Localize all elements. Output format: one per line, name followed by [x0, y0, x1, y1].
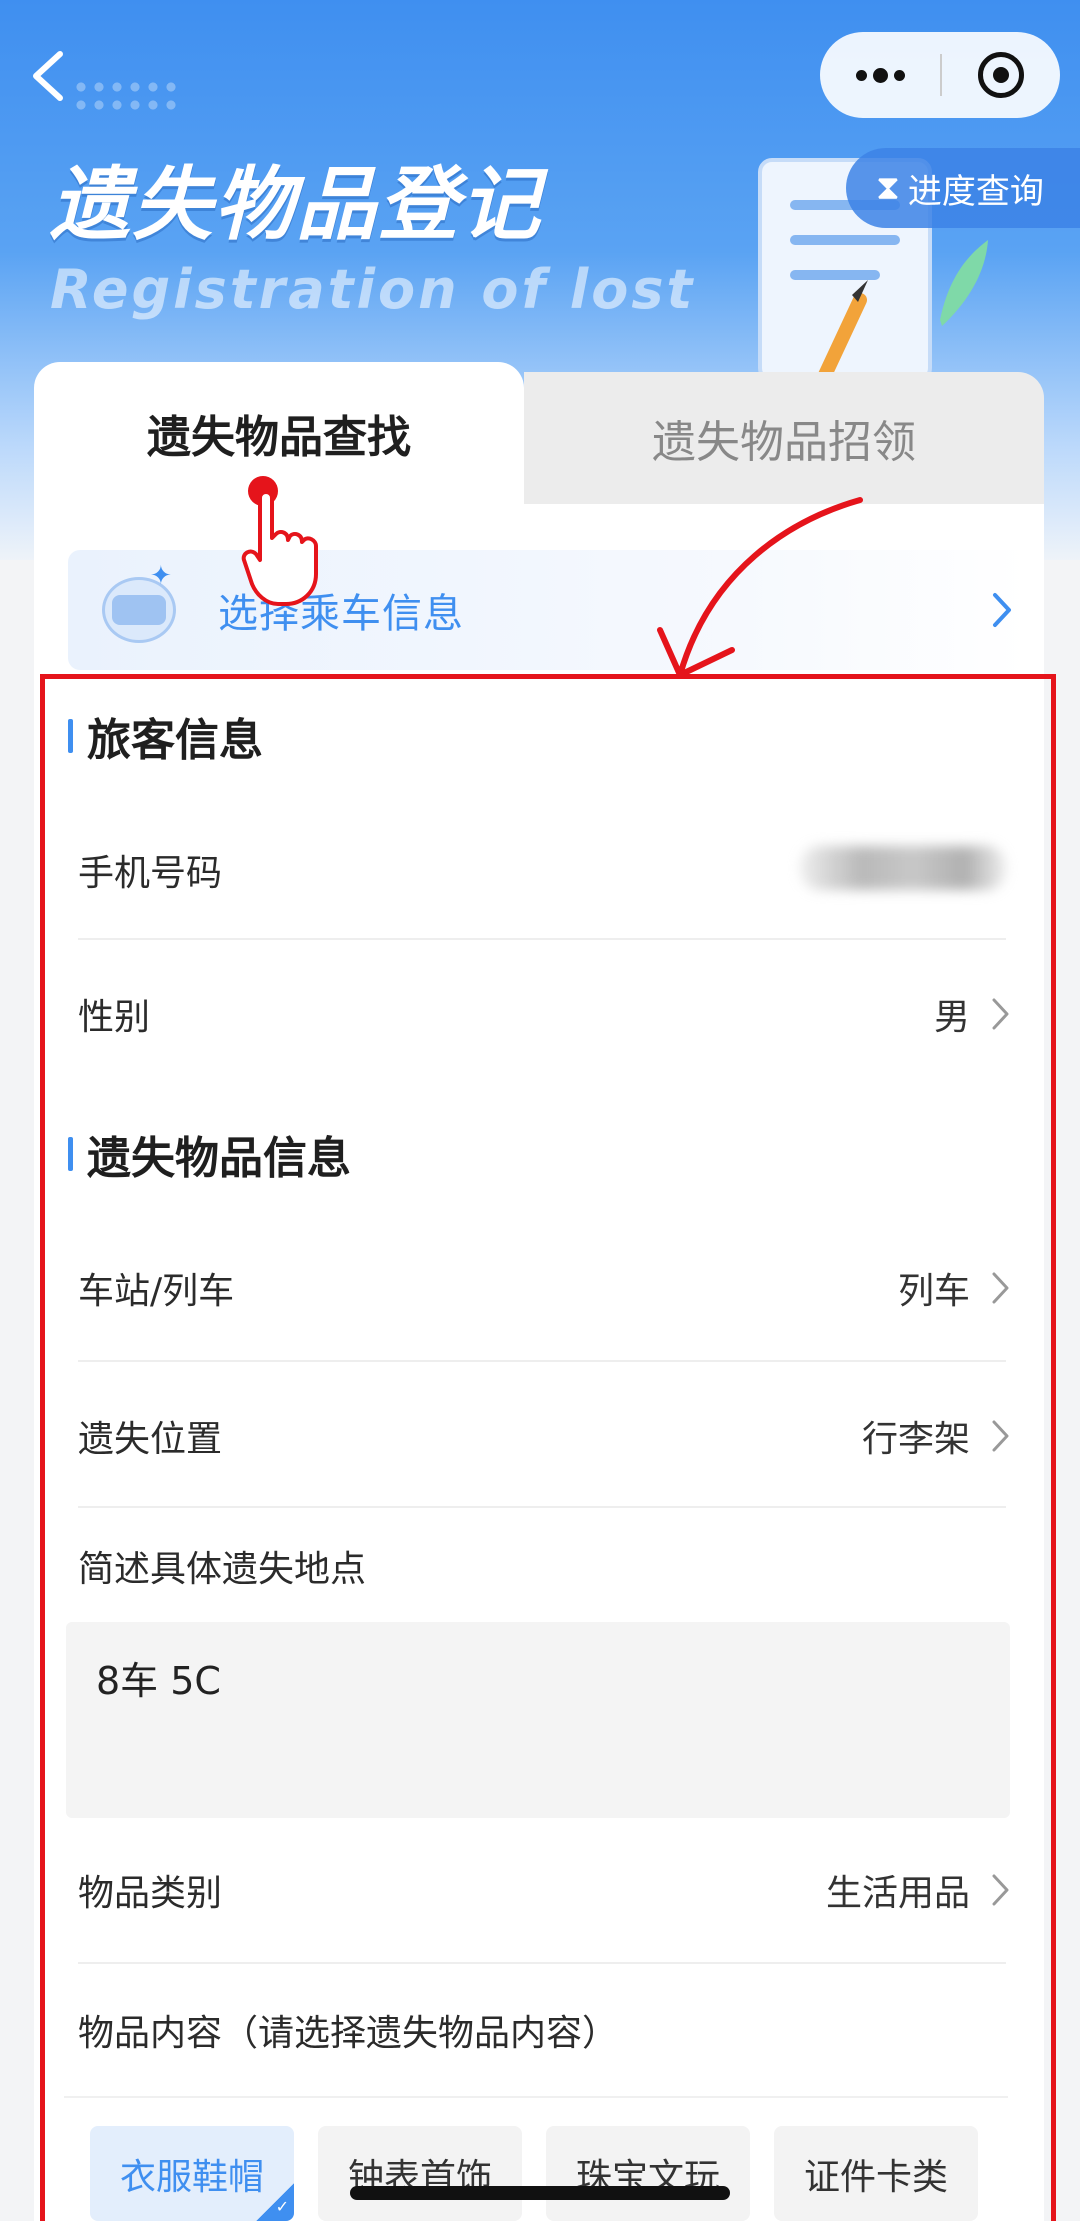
chip-label: 衣服鞋帽 — [119, 2156, 264, 2198]
tab-label: 遗失物品招领 — [652, 417, 916, 468]
section-marker — [68, 1137, 73, 1171]
gender-value: 男 — [933, 997, 970, 1038]
select-trip-info-row[interactable]: ✦ 选择乘车信息 — [68, 550, 1028, 670]
phone-number-label: 手机号码 — [78, 853, 223, 894]
divider — [78, 938, 1006, 940]
item-category-value: 生活用品 — [825, 1873, 970, 1914]
gender-row[interactable]: 性别 男 — [78, 974, 1022, 1054]
item-content-label: 物品内容（请选择遗失物品内容） — [78, 2013, 619, 2054]
station-train-value: 列车 — [897, 1271, 970, 1312]
selected-check-icon: ✓ — [256, 2183, 294, 2221]
back-button[interactable] — [26, 48, 96, 118]
section-title-text: 遗失物品信息 — [87, 1133, 351, 1184]
lost-detail-textarea[interactable]: 8车 5C — [66, 1622, 1010, 1818]
lost-position-row[interactable]: 遗失位置 行李架 — [78, 1396, 1022, 1476]
divider — [78, 1962, 1006, 1964]
chevron-right-icon — [993, 593, 1011, 627]
content-chip-id-cards[interactable]: 证件卡类 — [774, 2126, 978, 2221]
station-train-label: 车站/列车 — [78, 1271, 235, 1312]
pointing-hand-icon — [241, 490, 318, 606]
lost-position-value: 行李架 — [861, 1419, 970, 1460]
section-title-lost-item: 遗失物品信息 — [68, 1122, 351, 1186]
section-title-passenger: 旅客信息 — [68, 704, 263, 768]
item-category-row[interactable]: 物品类别 生活用品 — [78, 1850, 1022, 1930]
chevron-right-icon — [992, 1874, 1009, 1906]
station-train-row[interactable]: 车站/列车 列车 — [78, 1248, 1022, 1328]
section-marker — [68, 719, 73, 753]
home-indicator-bar — [350, 2186, 730, 2200]
chevron-left-icon — [33, 51, 63, 101]
content-chip-antiques[interactable]: 珠宝文玩 — [546, 2126, 750, 2221]
lost-detail-label: 简述具体遗失地点 — [78, 1549, 367, 1590]
tab-lost-item-search[interactable]: 遗失物品查找 — [34, 362, 524, 504]
page-title: 遗失物品登记 — [50, 158, 542, 251]
passenger-mask-icon: ✦ — [94, 561, 184, 655]
chevron-right-icon — [992, 1420, 1009, 1452]
tab-lost-found-claim[interactable]: 遗失物品招领 — [524, 372, 1044, 504]
tab-bar: 遗失物品招领 遗失物品查找 — [34, 362, 1044, 504]
tab-label: 遗失物品查找 — [147, 412, 411, 463]
progress-query-label: 进度查询 — [907, 171, 1044, 212]
progress-query-button[interactable]: ⧗ 进度查询 — [846, 148, 1080, 228]
lost-detail-label-row: 简述具体遗失地点 — [78, 1526, 1022, 1606]
content-chip-watches-jewelry[interactable]: 钟表首饰 — [318, 2126, 522, 2221]
mini-program-capsule — [820, 32, 1060, 118]
gender-label: 性别 — [78, 997, 151, 1038]
hourglass-icon: ⧗ — [876, 168, 900, 208]
target-close-icon — [978, 52, 1024, 98]
more-menu-button[interactable] — [820, 32, 940, 118]
content-chip-clothing[interactable]: 衣服鞋帽 ✓ — [90, 2126, 294, 2221]
item-category-label: 物品类别 — [78, 1873, 223, 1914]
divider — [78, 1360, 1006, 1362]
chip-label: 证件卡类 — [803, 2156, 948, 2198]
divider — [78, 1506, 1006, 1508]
page-subtitle-en: Registration of lost — [50, 258, 696, 321]
close-mini-program-button[interactable] — [942, 32, 1060, 118]
chevron-right-icon — [992, 998, 1009, 1030]
chevron-right-icon — [992, 1272, 1009, 1304]
lost-position-label: 遗失位置 — [78, 1419, 223, 1460]
section-title-text: 旅客信息 — [87, 715, 263, 766]
item-content-label-row: 物品内容（请选择遗失物品内容） — [78, 1990, 1022, 2070]
phone-number-value-blurred — [800, 846, 1006, 890]
